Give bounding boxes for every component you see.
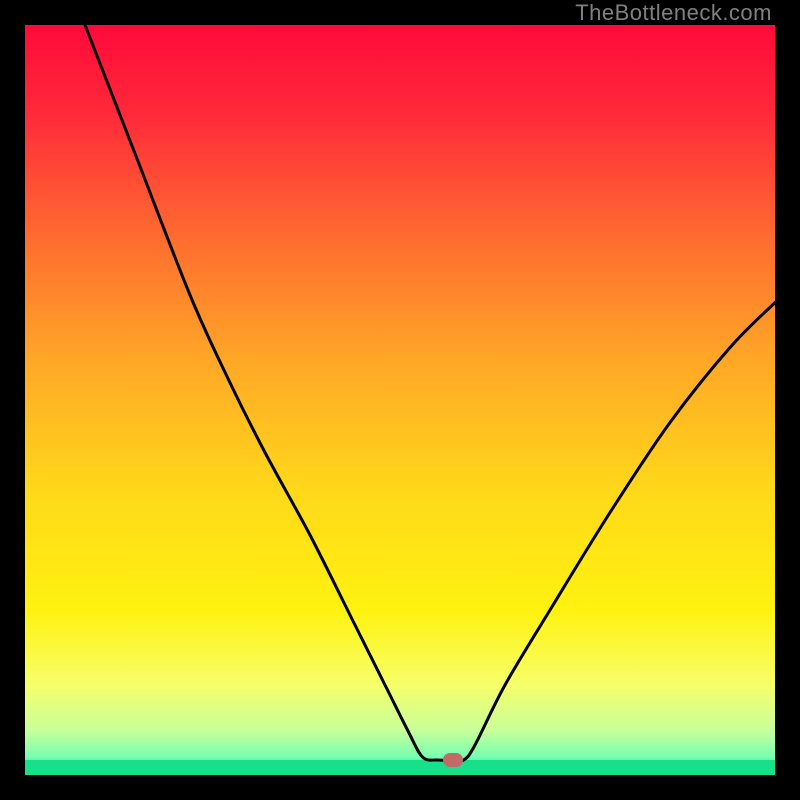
curve-path — [85, 25, 775, 761]
bottleneck-curve — [25, 25, 775, 775]
plot-area — [25, 25, 775, 775]
watermark-label: TheBottleneck.com — [575, 0, 772, 26]
chart-frame: TheBottleneck.com — [0, 0, 800, 800]
optimal-point-marker — [443, 753, 463, 767]
